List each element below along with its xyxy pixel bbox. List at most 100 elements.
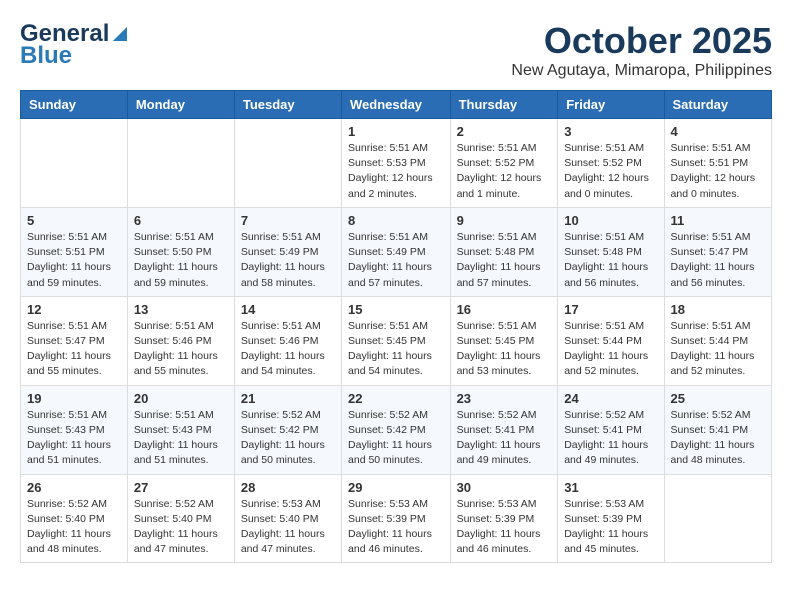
day-info: Sunrise: 5:51 AM Sunset: 5:44 PM Dayligh… (564, 319, 657, 380)
calendar-cell: 18 Sunrise: 5:51 AM Sunset: 5:44 PM Dayli… (664, 296, 771, 385)
day-info: Sunrise: 5:51 AM Sunset: 5:50 PM Dayligh… (134, 230, 228, 291)
day-info: Sunrise: 5:51 AM Sunset: 5:48 PM Dayligh… (457, 230, 552, 291)
day-info: Sunrise: 5:51 AM Sunset: 5:47 PM Dayligh… (27, 319, 121, 380)
calendar-cell: 14 Sunrise: 5:51 AM Sunset: 5:46 PM Dayli… (234, 296, 341, 385)
day-info: Sunrise: 5:51 AM Sunset: 5:53 PM Dayligh… (348, 141, 444, 202)
calendar-cell: 5Sunrise: 5:51 AM Sunset: 5:51 PM Daylig… (21, 207, 128, 296)
day-number: 21 (241, 391, 335, 406)
day-number: 8 (348, 213, 444, 228)
day-number: 7 (241, 213, 335, 228)
title-section: October 2025 New Agutaya, Mimaropa, Phil… (511, 20, 772, 80)
weekday-header: Sunday (21, 91, 128, 119)
calendar-cell: 12 Sunrise: 5:51 AM Sunset: 5:47 PM Dayli… (21, 296, 128, 385)
day-number: 5 (27, 213, 121, 228)
calendar-cell (127, 119, 234, 208)
day-info: Sunrise: 5:51 AM Sunset: 5:46 PM Dayligh… (241, 319, 335, 380)
day-number: 26 (27, 480, 121, 495)
day-number: 18 (671, 302, 765, 317)
weekday-header: Saturday (664, 91, 771, 119)
calendar-cell (234, 119, 341, 208)
day-info: Sunrise: 5:51 AM Sunset: 5:44 PM Dayligh… (671, 319, 765, 380)
calendar-header-row: SundayMondayTuesdayWednesdayThursdayFrid… (21, 91, 772, 119)
calendar-cell: 25 Sunrise: 5:52 AM Sunset: 5:41 PM Dayli… (664, 385, 771, 474)
logo-blue: Blue (20, 42, 72, 70)
day-number: 12 (27, 302, 121, 317)
day-number: 3 (564, 124, 657, 139)
calendar-cell: 13 Sunrise: 5:51 AM Sunset: 5:46 PM Dayli… (127, 296, 234, 385)
day-info: Sunrise: 5:51 AM Sunset: 5:45 PM Dayligh… (348, 319, 444, 380)
day-info: Sunrise: 5:53 AM Sunset: 5:40 PM Dayligh… (241, 497, 335, 558)
calendar-cell: 1 Sunrise: 5:51 AM Sunset: 5:53 PM Daylig… (342, 119, 451, 208)
weekday-header: Monday (127, 91, 234, 119)
month-title: October 2025 (511, 20, 772, 62)
calendar-cell: 30Sunrise: 5:53 AM Sunset: 5:39 PM Dayli… (450, 474, 558, 563)
calendar-cell: 11 Sunrise: 5:51 AM Sunset: 5:47 PM Dayli… (664, 207, 771, 296)
calendar-week-row: 19Sunrise: 5:51 AM Sunset: 5:43 PM Dayli… (21, 385, 772, 474)
logo-triangle-icon (109, 23, 131, 45)
calendar-cell: 31 Sunrise: 5:53 AM Sunset: 5:39 PM Dayli… (558, 474, 664, 563)
day-info: Sunrise: 5:51 AM Sunset: 5:52 PM Dayligh… (457, 141, 552, 202)
calendar-cell: 24 Sunrise: 5:52 AM Sunset: 5:41 PM Dayli… (558, 385, 664, 474)
calendar-week-row: 1 Sunrise: 5:51 AM Sunset: 5:53 PM Daylig… (21, 119, 772, 208)
day-number: 30 (457, 480, 552, 495)
day-number: 31 (564, 480, 657, 495)
calendar-cell: 28 Sunrise: 5:53 AM Sunset: 5:40 PM Dayli… (234, 474, 341, 563)
calendar-cell: 6Sunrise: 5:51 AM Sunset: 5:50 PM Daylig… (127, 207, 234, 296)
main-container: General Blue October 2025 New Agutaya, M… (0, 0, 792, 573)
calendar-week-row: 12 Sunrise: 5:51 AM Sunset: 5:47 PM Dayli… (21, 296, 772, 385)
calendar-cell: 4Sunrise: 5:51 AM Sunset: 5:51 PM Daylig… (664, 119, 771, 208)
day-info: Sunrise: 5:51 AM Sunset: 5:47 PM Dayligh… (671, 230, 765, 291)
calendar-week-row: 5Sunrise: 5:51 AM Sunset: 5:51 PM Daylig… (21, 207, 772, 296)
day-number: 10 (564, 213, 657, 228)
day-number: 25 (671, 391, 765, 406)
day-info: Sunrise: 5:53 AM Sunset: 5:39 PM Dayligh… (564, 497, 657, 558)
weekday-header: Thursday (450, 91, 558, 119)
calendar-cell: 29 Sunrise: 5:53 AM Sunset: 5:39 PM Dayli… (342, 474, 451, 563)
calendar-table: SundayMondayTuesdayWednesdayThursdayFrid… (20, 90, 772, 563)
day-info: Sunrise: 5:52 AM Sunset: 5:40 PM Dayligh… (27, 497, 121, 558)
day-info: Sunrise: 5:52 AM Sunset: 5:40 PM Dayligh… (134, 497, 228, 558)
day-info: Sunrise: 5:52 AM Sunset: 5:41 PM Dayligh… (564, 408, 657, 469)
weekday-header: Tuesday (234, 91, 341, 119)
day-info: Sunrise: 5:51 AM Sunset: 5:48 PM Dayligh… (564, 230, 657, 291)
day-info: Sunrise: 5:51 AM Sunset: 5:49 PM Dayligh… (241, 230, 335, 291)
day-number: 29 (348, 480, 444, 495)
day-info: Sunrise: 5:52 AM Sunset: 5:41 PM Dayligh… (457, 408, 552, 469)
calendar-cell: 26 Sunrise: 5:52 AM Sunset: 5:40 PM Dayli… (21, 474, 128, 563)
day-number: 15 (348, 302, 444, 317)
calendar-cell: 3 Sunrise: 5:51 AM Sunset: 5:52 PM Daylig… (558, 119, 664, 208)
day-info: Sunrise: 5:51 AM Sunset: 5:46 PM Dayligh… (134, 319, 228, 380)
day-info: Sunrise: 5:51 AM Sunset: 5:51 PM Dayligh… (671, 141, 765, 202)
day-number: 28 (241, 480, 335, 495)
day-number: 27 (134, 480, 228, 495)
logo: General Blue (20, 20, 131, 70)
day-number: 11 (671, 213, 765, 228)
calendar-cell: 16Sunrise: 5:51 AM Sunset: 5:45 PM Dayli… (450, 296, 558, 385)
calendar-cell: 27 Sunrise: 5:52 AM Sunset: 5:40 PM Dayli… (127, 474, 234, 563)
calendar-cell: 10 Sunrise: 5:51 AM Sunset: 5:48 PM Dayli… (558, 207, 664, 296)
day-info: Sunrise: 5:51 AM Sunset: 5:52 PM Dayligh… (564, 141, 657, 202)
day-number: 24 (564, 391, 657, 406)
day-number: 20 (134, 391, 228, 406)
day-number: 2 (457, 124, 552, 139)
day-number: 1 (348, 124, 444, 139)
day-info: Sunrise: 5:53 AM Sunset: 5:39 PM Dayligh… (348, 497, 444, 558)
calendar-cell: 19Sunrise: 5:51 AM Sunset: 5:43 PM Dayli… (21, 385, 128, 474)
day-number: 22 (348, 391, 444, 406)
day-info: Sunrise: 5:52 AM Sunset: 5:41 PM Dayligh… (671, 408, 765, 469)
day-info: Sunrise: 5:51 AM Sunset: 5:49 PM Dayligh… (348, 230, 444, 291)
calendar-cell (664, 474, 771, 563)
calendar-cell: 22Sunrise: 5:52 AM Sunset: 5:42 PM Dayli… (342, 385, 451, 474)
page-header: General Blue October 2025 New Agutaya, M… (20, 20, 772, 80)
calendar-cell: 9Sunrise: 5:51 AM Sunset: 5:48 PM Daylig… (450, 207, 558, 296)
calendar-cell: 23 Sunrise: 5:52 AM Sunset: 5:41 PM Dayli… (450, 385, 558, 474)
calendar-cell: 20Sunrise: 5:51 AM Sunset: 5:43 PM Dayli… (127, 385, 234, 474)
location: New Agutaya, Mimaropa, Philippines (511, 62, 772, 80)
day-number: 14 (241, 302, 335, 317)
day-number: 16 (457, 302, 552, 317)
day-number: 23 (457, 391, 552, 406)
day-number: 13 (134, 302, 228, 317)
calendar-cell: 2 Sunrise: 5:51 AM Sunset: 5:52 PM Daylig… (450, 119, 558, 208)
calendar-week-row: 26 Sunrise: 5:52 AM Sunset: 5:40 PM Dayli… (21, 474, 772, 563)
day-info: Sunrise: 5:52 AM Sunset: 5:42 PM Dayligh… (241, 408, 335, 469)
